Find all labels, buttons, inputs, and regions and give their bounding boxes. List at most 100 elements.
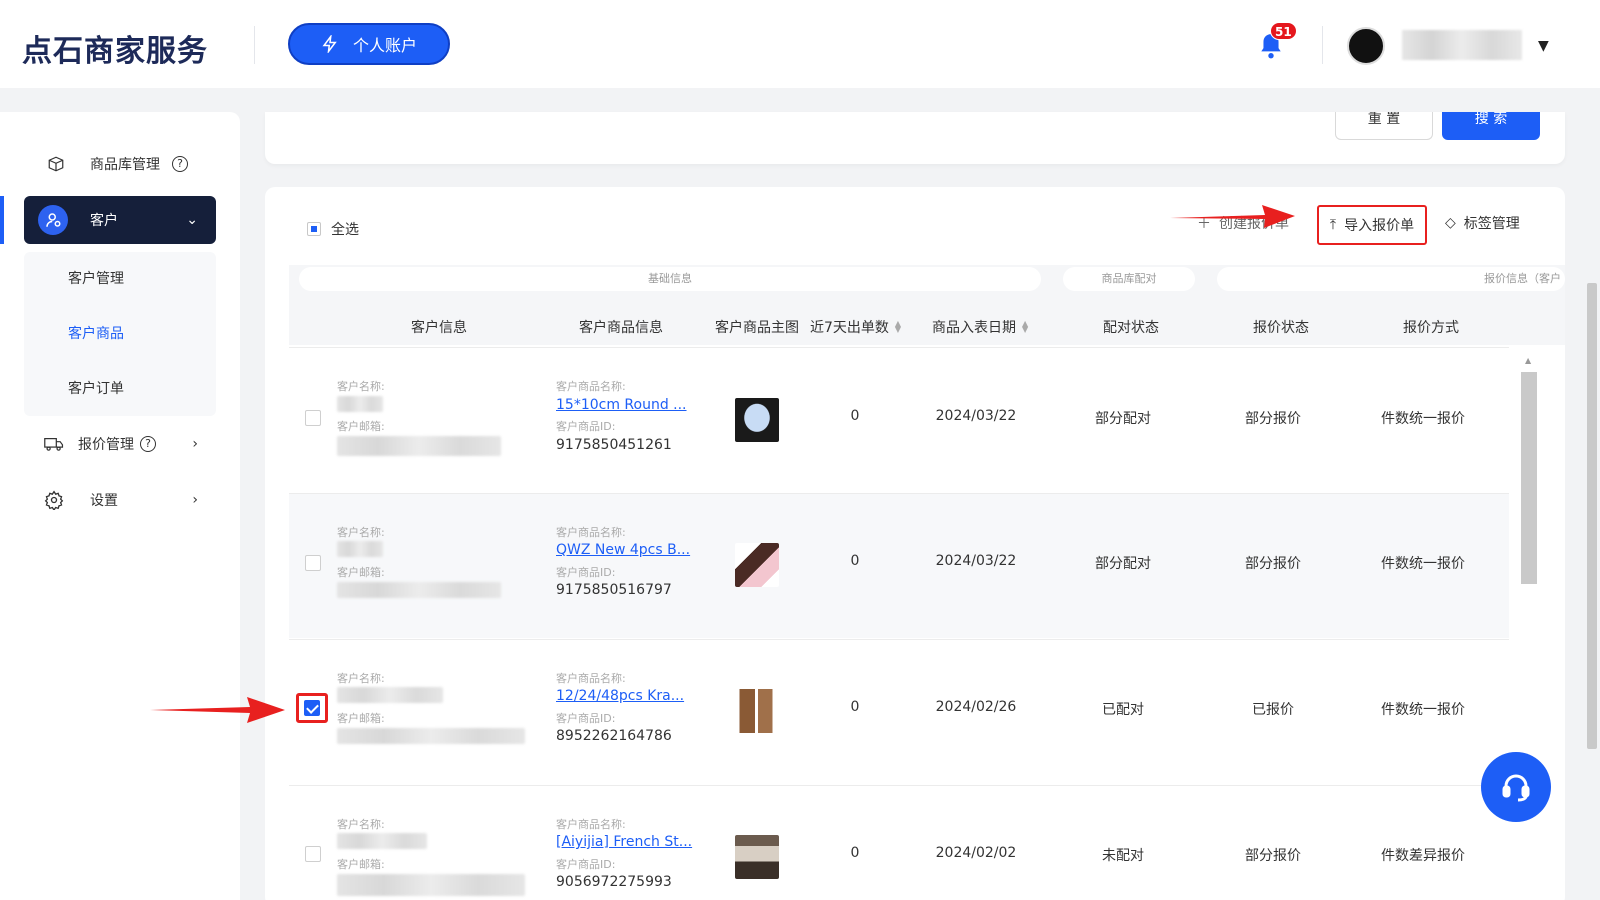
- row-checkbox[interactable]: [305, 846, 321, 862]
- row-checkbox[interactable]: [304, 700, 320, 716]
- customer-email-redacted: [337, 874, 525, 896]
- col-orders-7d[interactable]: 近7天出单数 ▲ ▼: [810, 317, 901, 337]
- red-arrow-annotation: [1170, 205, 1295, 228]
- quote-method: 件数统一报价: [1381, 702, 1465, 718]
- select-all[interactable]: 全选: [307, 219, 359, 239]
- product-id: 8952262164786: [556, 728, 672, 744]
- page-scrollbar-thumb[interactable]: [1587, 283, 1597, 749]
- customer-email-label: 客户邮箱:: [337, 420, 385, 433]
- customer-email-redacted: [337, 728, 525, 744]
- group-quote-info: 报价信息（客户: [1217, 267, 1565, 291]
- col-product-info: 客户商品信息: [579, 320, 663, 336]
- customer-email-redacted: [337, 582, 501, 598]
- col-orders-7d-label: 近7天出单数: [810, 320, 889, 336]
- avatar[interactable]: [1347, 27, 1385, 65]
- chevron-right-icon: ›: [192, 436, 198, 452]
- entry-date: 2024/02/26: [935, 699, 1017, 715]
- product-id-label: 客户商品ID:: [556, 420, 616, 433]
- sidebar-item-label: 客户: [90, 213, 118, 229]
- box-icon: [44, 152, 68, 176]
- header-divider-right: [1322, 26, 1323, 64]
- product-id-label: 客户商品ID:: [556, 712, 616, 725]
- product-name-link[interactable]: 12/24/48pcs Kra...: [556, 688, 684, 704]
- customer-name-redacted: [337, 687, 443, 703]
- customer-name-redacted: [337, 396, 383, 412]
- product-id: 9056972275993: [556, 874, 672, 890]
- upload-icon: ⤒: [1329, 217, 1337, 233]
- help-icon[interactable]: ?: [140, 436, 156, 452]
- quote-status: 部分报价: [1245, 848, 1301, 864]
- brand-logo[interactable]: 点石商家服务: [22, 26, 208, 70]
- tag-management-button[interactable]: ◇ 标签管理: [1445, 213, 1520, 233]
- product-thumbnail[interactable]: [735, 835, 779, 879]
- chevron-down-icon: ⌄: [186, 212, 198, 228]
- sidebar-item-product-library[interactable]: 商品库管理 ?: [24, 140, 216, 188]
- sort-icon[interactable]: ▲ ▼: [1022, 320, 1028, 334]
- match-status: 部分配对: [1095, 556, 1151, 572]
- product-name-link[interactable]: QWZ New 4pcs B...: [556, 542, 690, 558]
- col-customer-info: 客户信息: [411, 320, 467, 336]
- import-quote-button[interactable]: ⤒ 导入报价单: [1317, 205, 1427, 245]
- help-icon[interactable]: ?: [172, 156, 188, 172]
- notification-badge: 51: [1270, 22, 1297, 40]
- personal-account-button[interactable]: 个人账户: [288, 23, 450, 65]
- product-name-link[interactable]: 15*10cm Round ...: [556, 397, 687, 413]
- sidebar-item-quotation[interactable]: 报价管理 ? ›: [24, 420, 216, 468]
- orders-7d: 0: [850, 408, 860, 424]
- truck-icon: [42, 432, 66, 456]
- customer-support-button[interactable]: [1481, 752, 1551, 822]
- orders-7d: 0: [850, 699, 860, 715]
- entry-date: 2024/03/22: [935, 553, 1017, 569]
- quote-status: 部分报价: [1245, 411, 1301, 427]
- select-all-checkbox[interactable]: [307, 222, 321, 236]
- match-status: 未配对: [1102, 848, 1144, 864]
- col-product-image: 客户商品主图: [715, 320, 799, 336]
- row-checkbox[interactable]: [305, 555, 321, 571]
- customer-name-label: 客户名称:: [337, 818, 385, 831]
- customer-email-label: 客户邮箱:: [337, 566, 385, 579]
- user-icon: [38, 205, 68, 235]
- match-status: 部分配对: [1095, 411, 1151, 427]
- product-thumbnail[interactable]: [735, 689, 779, 733]
- scroll-up-icon[interactable]: ▲: [1525, 356, 1531, 365]
- group-basic-info: 基础信息: [299, 267, 1041, 291]
- col-entry-date[interactable]: 商品入表日期 ▲ ▼: [932, 317, 1028, 337]
- product-name-link[interactable]: [Aiyijia] French St...: [556, 834, 692, 850]
- sort-icon[interactable]: ▲ ▼: [895, 320, 901, 334]
- submenu-customer-management[interactable]: 客户管理: [68, 268, 124, 288]
- lightning-icon: [322, 35, 337, 53]
- customer-name-redacted: [337, 833, 427, 849]
- product-thumbnail[interactable]: [735, 543, 779, 587]
- chevron-down-icon[interactable]: ▼: [1538, 38, 1549, 54]
- group-library-match: 商品库配对: [1063, 267, 1195, 291]
- headset-icon: [1502, 774, 1530, 802]
- match-status: 已配对: [1102, 702, 1144, 718]
- table-scrollbar-thumb[interactable]: [1521, 372, 1537, 584]
- reset-button[interactable]: 重 置: [1335, 112, 1433, 140]
- sidebar-item-customer[interactable]: 客户 ⌄: [24, 196, 216, 244]
- personal-account-label: 个人账户: [352, 36, 417, 55]
- product-name-label: 客户商品名称:: [556, 672, 626, 685]
- product-id: 9175850451261: [556, 437, 672, 453]
- col-quote-status: 报价状态: [1253, 320, 1309, 336]
- submenu-customer-orders[interactable]: 客户订单: [68, 378, 124, 398]
- customer-name-label: 客户名称:: [337, 672, 385, 685]
- product-thumbnail[interactable]: [735, 398, 779, 442]
- active-indicator: [0, 196, 4, 244]
- quote-method: 件数统一报价: [1381, 411, 1465, 427]
- chevron-right-icon: ›: [192, 492, 198, 508]
- product-id-label: 客户商品ID:: [556, 858, 616, 871]
- submenu-customer-products[interactable]: 客户商品: [68, 323, 124, 343]
- sidebar-item-settings[interactable]: 设置 ›: [24, 476, 216, 524]
- sidebar-item-label: 商品库管理: [90, 157, 160, 173]
- sidebar-item-label: 报价管理: [78, 437, 134, 453]
- quote-status: 部分报价: [1245, 556, 1301, 572]
- product-id: 9175850516797: [556, 582, 672, 598]
- row-checkbox[interactable]: [305, 410, 321, 426]
- username-redacted[interactable]: [1402, 30, 1522, 60]
- orders-7d: 0: [850, 845, 860, 861]
- customer-email-label: 客户邮箱:: [337, 858, 385, 871]
- product-id-label: 客户商品ID:: [556, 566, 616, 579]
- search-button[interactable]: 搜 索: [1442, 112, 1540, 140]
- header-divider: [254, 26, 255, 64]
